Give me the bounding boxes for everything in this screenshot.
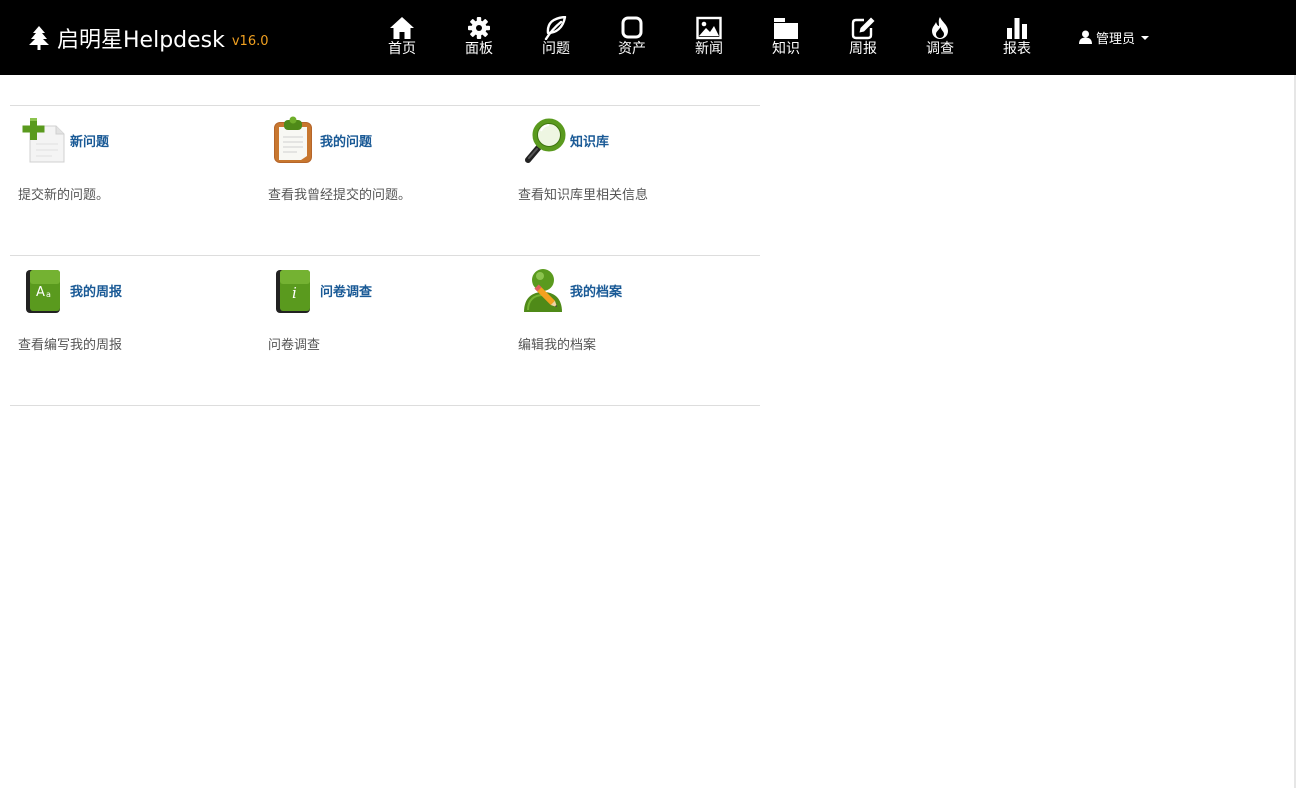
- nav-label: 周报: [849, 41, 877, 57]
- row-divider: [10, 405, 760, 406]
- tile-description: 查看编写我的周报: [18, 338, 123, 353]
- brand-version: v16.0: [231, 33, 269, 49]
- book-info-icon: i: [276, 270, 310, 313]
- user-edit-icon: [524, 269, 562, 312]
- tile-survey: i 问卷调查 问卷调查: [260, 256, 510, 366]
- magnifier-icon: [525, 118, 566, 163]
- picture-icon: [696, 16, 722, 40]
- tile-title: 问卷调查: [320, 284, 373, 300]
- nav-weekly-report[interactable]: 周报: [833, 14, 893, 62]
- bar-chart-icon: [1007, 18, 1027, 39]
- user-icon: [1079, 30, 1092, 44]
- tile-description: 问卷调查: [268, 338, 321, 353]
- brand-name: 启明星Helpdesk: [57, 28, 225, 53]
- tile-title: 我的档案: [570, 284, 623, 300]
- tile-title: 知识库: [570, 134, 610, 150]
- edit-icon: [851, 17, 875, 40]
- svg-text:i: i: [292, 284, 297, 302]
- nav-assets[interactable]: 资产: [602, 14, 662, 62]
- new-issue-link[interactable]: 新问题: [22, 116, 109, 164]
- my-profile-link[interactable]: 我的档案: [522, 266, 622, 314]
- nav-dashboard[interactable]: 面板: [449, 14, 509, 62]
- tree-icon: [29, 26, 49, 50]
- folder-icon: [774, 18, 798, 39]
- brand-link[interactable]: 启明星Helpdesk v16.0: [28, 22, 269, 54]
- tile-title: 我的周报: [70, 284, 123, 300]
- new-document-icon: [22, 118, 65, 163]
- svg-text:A: A: [36, 285, 45, 300]
- tile-my-weekly-report: A a 我的周报 查看编写我的周报: [10, 256, 260, 366]
- svg-text:a: a: [46, 290, 51, 299]
- tile-description: 提交新的问题。: [18, 188, 110, 203]
- tile-my-issues: 我的问题 查看我曾经提交的问题。: [260, 106, 510, 216]
- nav-label: 面板: [465, 41, 493, 57]
- leaf-icon: [544, 16, 567, 40]
- tile-knowledge-base: 知识库 查看知识库里相关信息: [510, 106, 760, 216]
- fire-icon: [932, 17, 948, 39]
- nav-label: 新闻: [695, 41, 723, 57]
- user-menu-dropdown[interactable]: 管理员: [1079, 28, 1150, 47]
- home-icon: [390, 17, 414, 39]
- nav-news[interactable]: 新闻: [679, 14, 739, 62]
- nav-label: 知识: [772, 41, 800, 57]
- nav-knowledge[interactable]: 知识: [756, 14, 816, 62]
- survey-link[interactable]: i 问卷调查: [272, 266, 372, 314]
- nav-reports[interactable]: 报表: [987, 14, 1047, 62]
- nav-label: 首页: [388, 41, 416, 57]
- top-navbar: 启明星Helpdesk v16.0 首页 面板 问题 资产 新闻 知识 周报 调…: [0, 0, 1296, 75]
- tile-description: 查看我曾经提交的问题。: [268, 188, 412, 203]
- nav-label: 报表: [1003, 41, 1031, 57]
- tile-title: 新问题: [70, 134, 110, 150]
- book-font-icon: A a: [26, 270, 60, 313]
- tile-title: 我的问题: [320, 134, 373, 150]
- tile-new-issue: 新问题 提交新的问题。: [10, 106, 260, 216]
- my-issues-link[interactable]: 我的问题: [272, 116, 372, 164]
- clipboard-icon: [274, 116, 312, 163]
- caret-down-icon: [1141, 36, 1150, 40]
- gear-icon: [468, 17, 490, 39]
- tile-description: 编辑我的档案: [518, 338, 597, 353]
- user-name: 管理员: [1096, 31, 1136, 47]
- tile-description: 查看知识库里相关信息: [518, 188, 649, 203]
- nav-issues[interactable]: 问题: [526, 14, 586, 62]
- nav-label: 调查: [926, 41, 954, 57]
- nav-label: 问题: [542, 41, 570, 57]
- knowledge-base-link[interactable]: 知识库: [522, 116, 609, 164]
- square-icon: [621, 16, 643, 39]
- nav-survey[interactable]: 调查: [910, 14, 970, 62]
- my-weekly-report-link[interactable]: A a 我的周报: [22, 266, 122, 314]
- nav-home[interactable]: 首页: [372, 14, 432, 62]
- nav-label: 资产: [618, 41, 646, 57]
- tile-my-profile: 我的档案 编辑我的档案: [510, 256, 760, 366]
